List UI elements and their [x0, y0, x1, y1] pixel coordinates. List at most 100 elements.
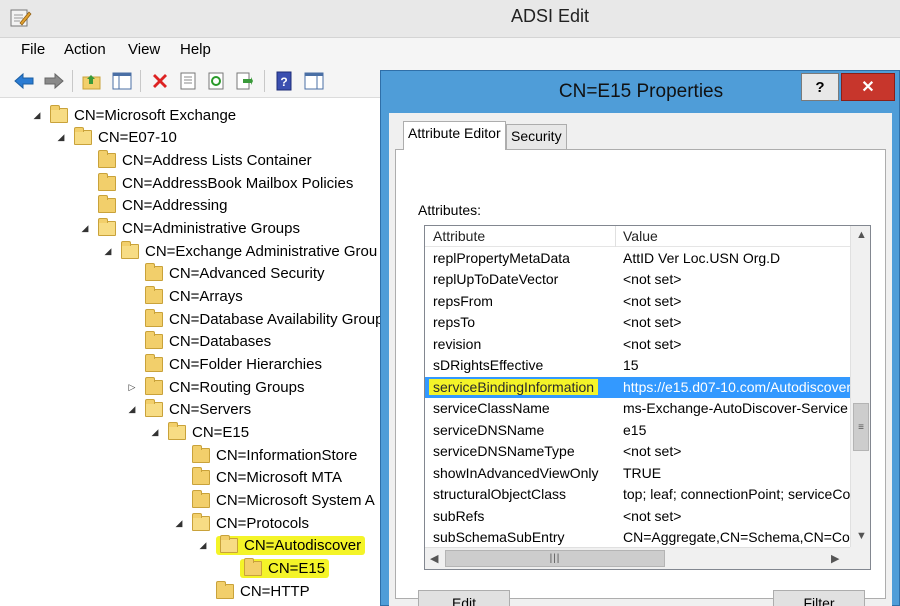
horizontal-scroll-thumb[interactable]: |||	[445, 550, 665, 567]
tree-item-e07-10[interactable]: ◢ CN=E07-10	[54, 126, 177, 148]
tree-item-addressbook-mailbox-policies[interactable]: CN=AddressBook Mailbox Policies	[78, 172, 353, 194]
tree-item-http[interactable]: CN=HTTP	[196, 580, 310, 602]
properties-dialog: CN=E15 Properties ? ✕ Attribute Editor S…	[380, 70, 900, 606]
vertical-scrollbar[interactable]: ▲ ≡ ▼	[850, 226, 870, 547]
table-row[interactable]: subRefs <not set>	[425, 506, 850, 527]
column-header-value[interactable]: Value	[623, 228, 658, 244]
edit-button[interactable]: Edit	[418, 590, 510, 606]
delete-icon[interactable]	[148, 69, 172, 93]
collapsed-triangle-icon[interactable]: ▷	[125, 382, 139, 393]
tree-item-databases[interactable]: CN=Databases	[125, 330, 271, 352]
table-row[interactable]: structuralObjectClass top; leaf; connecti…	[425, 484, 850, 505]
tree-item-label: CN=Microsoft Exchange	[74, 106, 237, 124]
tree-item-label: CN=E15	[268, 559, 326, 577]
tree-item-arrays[interactable]: CN=Arrays	[125, 285, 243, 307]
tree-item-database-availability-group[interactable]: CN=Database Availability Group	[125, 308, 382, 330]
folder-icon	[192, 512, 210, 531]
properties-icon[interactable]	[176, 69, 200, 93]
table-row[interactable]: subSchemaSubEntry CN=Aggregate,CN=Schema,…	[425, 527, 850, 548]
table-row[interactable]: sDRightsEffective 15	[425, 355, 850, 376]
table-row[interactable]: serviceDNSNameType <not set>	[425, 441, 850, 462]
tree-item-routing-groups[interactable]: ▷ CN=Routing Groups	[125, 376, 304, 398]
expanded-triangle-icon[interactable]: ◢	[101, 246, 115, 257]
scroll-left-arrow-icon[interactable]: ◀	[430, 552, 438, 565]
scroll-up-arrow-icon[interactable]: ▲	[856, 229, 867, 241]
tree-item-e15-autodiscover[interactable]: CN=E15	[220, 557, 330, 579]
folder-icon	[145, 285, 163, 304]
folder-icon	[220, 534, 238, 553]
forward-arrow-icon[interactable]	[42, 69, 66, 93]
tree-item-addressing[interactable]: CN=Addressing	[78, 194, 227, 216]
expanded-triangle-icon[interactable]: ◢	[54, 132, 68, 143]
tree-item-address-lists-container[interactable]: CN=Address Lists Container	[78, 149, 312, 171]
tab-security[interactable]: Security	[506, 124, 567, 149]
tree-item-label: CN=Microsoft MTA	[216, 468, 342, 486]
expanded-triangle-icon[interactable]: ◢	[78, 223, 92, 234]
tree-item-microsoft-system-attendant[interactable]: CN=Microsoft System A	[172, 489, 375, 511]
expanded-triangle-icon[interactable]: ◢	[30, 110, 44, 121]
menu-file[interactable]: File	[21, 41, 45, 58]
scroll-down-arrow-icon[interactable]: ▼	[856, 530, 867, 542]
tree-item-administrative-groups[interactable]: ◢ CN=Administrative Groups	[78, 217, 300, 239]
tree-item-label: CN=Microsoft System A	[216, 491, 375, 509]
tree-item-folder-hierarchies[interactable]: CN=Folder Hierarchies	[125, 353, 322, 375]
column-divider[interactable]	[615, 226, 616, 247]
tree-item-microsoft-exchange[interactable]: ◢ CN=Microsoft Exchange	[30, 104, 236, 126]
show-action-pane-icon[interactable]	[302, 69, 326, 93]
tree-item-label: CN=Folder Hierarchies	[169, 355, 322, 373]
filter-button[interactable]: Filter	[773, 590, 865, 606]
menu-bar: File Action View Help	[0, 38, 900, 64]
table-row[interactable]: serviceClassName ms-Exchange-AutoDiscover…	[425, 398, 850, 419]
menu-help[interactable]: Help	[180, 41, 211, 58]
column-header-attribute[interactable]: Attribute	[433, 228, 485, 244]
folder-icon	[145, 353, 163, 372]
close-button[interactable]: ✕	[841, 73, 895, 101]
tree-item-label: CN=E15	[192, 423, 250, 441]
toolbar-separator	[140, 70, 141, 92]
up-folder-icon[interactable]	[80, 69, 104, 93]
tree-item-label: CN=Routing Groups	[169, 378, 305, 396]
export-list-icon[interactable]	[232, 69, 256, 93]
tree-item-exchange-administrative-group[interactable]: ◢ CN=Exchange Administrative Grou	[101, 240, 377, 262]
vertical-scroll-thumb[interactable]: ≡	[853, 403, 869, 451]
folder-icon	[145, 308, 163, 327]
table-row[interactable]: replPropertyMetaData AttID Ver Loc.USN Or…	[425, 248, 850, 269]
tree-item-label: CN=Arrays	[169, 287, 243, 305]
menu-action[interactable]: Action	[64, 41, 106, 58]
scroll-right-arrow-icon[interactable]: ▶	[831, 552, 839, 565]
folder-icon	[145, 330, 163, 349]
table-row[interactable]: showInAdvancedViewOnly TRUE	[425, 463, 850, 484]
refresh-icon[interactable]	[204, 69, 228, 93]
back-arrow-icon[interactable]	[12, 69, 36, 93]
help-button[interactable]: ?	[801, 73, 839, 101]
tree-item-e15-server[interactable]: ◢ CN=E15	[148, 421, 249, 443]
menu-view[interactable]: View	[128, 41, 160, 58]
attributes-list[interactable]: Attribute Value replPropertyMetaData AttI…	[424, 225, 871, 570]
table-row[interactable]: repsFrom <not set>	[425, 291, 850, 312]
table-row[interactable]: repsTo <not set>	[425, 312, 850, 333]
tree-item-autodiscover[interactable]: ◢ CN=Autodiscover	[196, 534, 366, 556]
list-header: Attribute Value	[425, 226, 850, 247]
tree-item-protocols[interactable]: ◢ CN=Protocols	[172, 512, 309, 534]
tree-item-informationstore[interactable]: CN=InformationStore	[172, 444, 357, 466]
expanded-triangle-icon[interactable]: ◢	[125, 404, 139, 415]
folder-icon	[168, 421, 186, 440]
horizontal-scrollbar[interactable]: ◀ ||| ▶	[425, 547, 850, 569]
folder-icon	[98, 172, 116, 191]
tab-attribute-editor[interactable]: Attribute Editor	[403, 121, 506, 150]
tree-item-microsoft-mta[interactable]: CN=Microsoft MTA	[172, 466, 342, 488]
table-row[interactable]: revision <not set>	[425, 334, 850, 355]
expanded-triangle-icon[interactable]: ◢	[196, 540, 210, 551]
help-book-icon[interactable]: ?	[272, 69, 296, 93]
table-row-selected[interactable]: serviceBindingInformation https://e15.d07…	[425, 377, 850, 398]
tree-item-servers[interactable]: ◢ CN=Servers	[125, 398, 251, 420]
tree-item-advanced-security[interactable]: CN=Advanced Security	[125, 262, 325, 284]
table-row[interactable]: serviceDNSName e15	[425, 420, 850, 441]
tree-item-label: CN=Address Lists Container	[122, 151, 312, 169]
expanded-triangle-icon[interactable]: ◢	[172, 518, 186, 529]
expanded-triangle-icon[interactable]: ◢	[148, 427, 162, 438]
show-hide-tree-icon[interactable]	[110, 69, 134, 93]
table-row[interactable]: replUpToDateVector <not set>	[425, 269, 850, 290]
folder-icon	[98, 149, 116, 168]
folder-icon	[244, 557, 262, 576]
